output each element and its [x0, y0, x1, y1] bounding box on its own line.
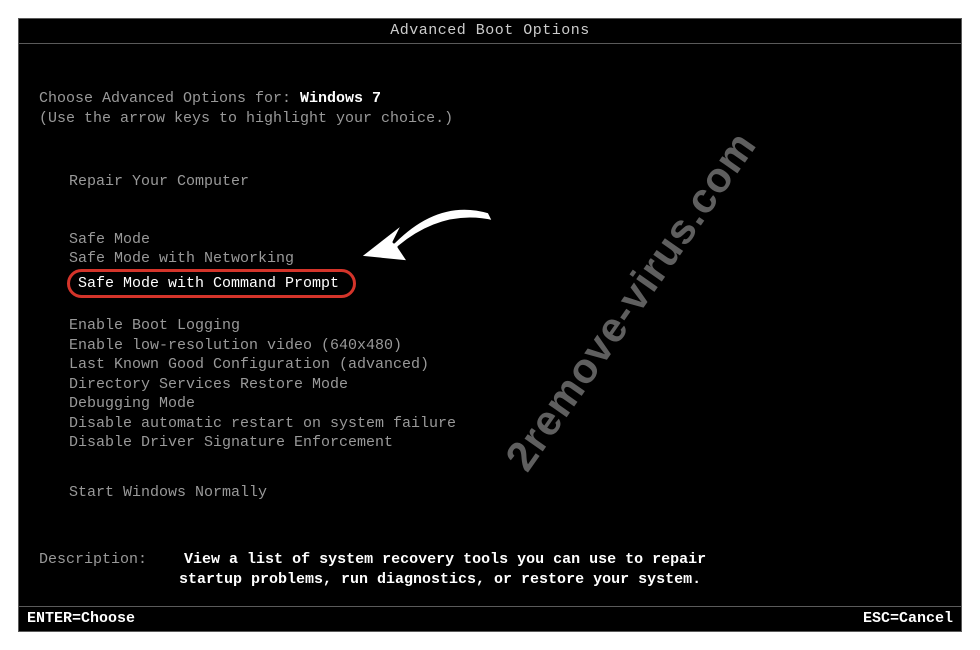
- option-directory-services-restore[interactable]: Directory Services Restore Mode: [67, 375, 350, 395]
- option-safe-mode[interactable]: Safe Mode: [67, 230, 152, 250]
- option-disable-driver-sig[interactable]: Disable Driver Signature Enforcement: [67, 433, 395, 453]
- intro-line: Choose Advanced Options for: Windows 7: [39, 89, 941, 109]
- footer-bar: ENTER=Choose ESC=Cancel: [19, 606, 961, 631]
- boot-options-screen: Advanced Boot Options Choose Advanced Op…: [18, 18, 962, 632]
- option-safe-mode-networking[interactable]: Safe Mode with Networking: [67, 249, 296, 269]
- intro-prefix: Choose Advanced Options for:: [39, 90, 300, 107]
- option-start-normally[interactable]: Start Windows Normally: [67, 483, 269, 503]
- content-area: Choose Advanced Options for: Windows 7 (…: [19, 44, 961, 589]
- option-debugging-mode[interactable]: Debugging Mode: [67, 394, 197, 414]
- option-low-res-video[interactable]: Enable low-resolution video (640x480): [67, 336, 404, 356]
- option-last-known-good[interactable]: Last Known Good Configuration (advanced): [67, 355, 431, 375]
- description-text-2: startup problems, run diagnostics, or re…: [179, 570, 941, 590]
- option-disable-auto-restart[interactable]: Disable automatic restart on system fail…: [67, 414, 458, 434]
- description-text-1: View a list of system recovery tools you…: [184, 551, 706, 568]
- footer-enter-hint: ENTER=Choose: [27, 610, 135, 627]
- navigation-hint: (Use the arrow keys to highlight your ch…: [39, 109, 941, 129]
- option-boot-logging[interactable]: Enable Boot Logging: [67, 316, 242, 336]
- os-name: Windows 7: [300, 90, 381, 107]
- footer-esc-hint: ESC=Cancel: [863, 610, 953, 627]
- option-safe-mode-cmd-highlighted[interactable]: Safe Mode with Command Prompt: [67, 269, 356, 299]
- description-block: Description: View a list of system recov…: [39, 550, 941, 589]
- screen-title: Advanced Boot Options: [19, 19, 961, 44]
- options-list[interactable]: Repair Your Computer Safe Mode Safe Mode…: [67, 172, 941, 502]
- description-label: Description:: [39, 550, 147, 570]
- option-repair-computer[interactable]: Repair Your Computer: [67, 172, 251, 192]
